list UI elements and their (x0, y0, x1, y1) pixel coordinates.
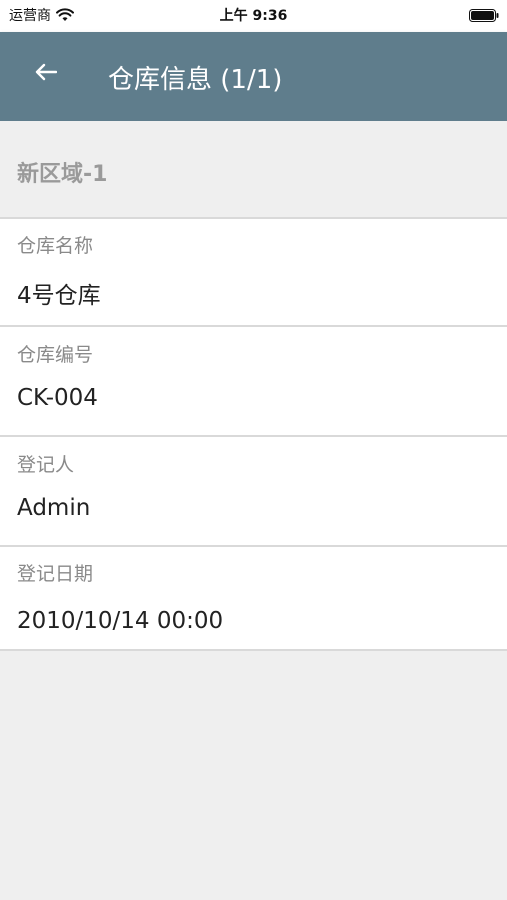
battery-icon (469, 7, 499, 22)
field-label: 登记日期 (17, 563, 94, 585)
status-bar: 运营商 上午 9:36 (0, 0, 507, 32)
field-label: 仓库名称 (17, 235, 94, 257)
field-value: Admin (17, 495, 91, 521)
app-bar: 仓库信息 (1/1) (0, 32, 507, 121)
field-registrant: 登记人 Admin (0, 435, 507, 547)
back-button[interactable] (24, 52, 68, 96)
field-label: 仓库编号 (17, 344, 94, 366)
field-warehouse-code: 仓库编号 CK-004 (0, 325, 507, 437)
arrow-left-icon (35, 63, 58, 85)
field-value: 2010/10/14 00:00 (17, 608, 224, 634)
field-value: 4号仓库 (17, 283, 101, 309)
status-time: 上午 9:36 (219, 8, 288, 24)
field-registration-date: 登记日期 2010/10/14 00:00 (0, 545, 507, 651)
page-title: 仓库信息 (1/1) (108, 65, 283, 95)
field-warehouse-name: 仓库名称 4号仓库 (0, 217, 507, 327)
section-header: 新区域-1 (0, 121, 507, 217)
field-value: CK-004 (17, 385, 98, 411)
field-label: 登记人 (17, 454, 75, 476)
section-title: 新区域-1 (17, 162, 108, 187)
